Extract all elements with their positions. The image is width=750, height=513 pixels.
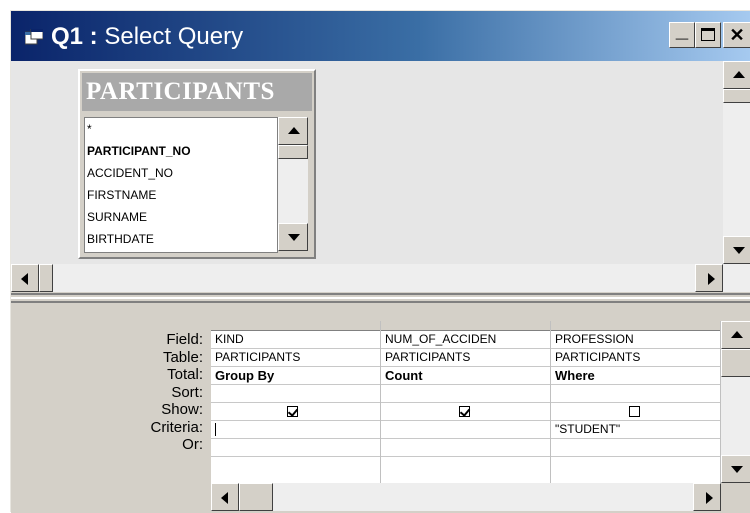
row-label-field: Field: bbox=[166, 331, 203, 348]
checkmark-icon bbox=[459, 406, 471, 417]
query-icon bbox=[25, 29, 43, 45]
grid-column-kind[interactable]: KIND PARTICIPANTS Group By bbox=[211, 321, 381, 483]
sort-cell[interactable] bbox=[551, 385, 720, 403]
arrow-right-icon bbox=[706, 492, 713, 504]
field-list-scrollbar[interactable] bbox=[278, 117, 308, 251]
close-button[interactable]: ✕ bbox=[723, 22, 750, 48]
text-caret bbox=[215, 423, 216, 436]
grid-vscroll-thumb[interactable] bbox=[721, 349, 750, 377]
field-cell[interactable]: KIND bbox=[211, 331, 380, 349]
arrow-left-icon bbox=[21, 273, 28, 285]
field-item[interactable]: SURNAME bbox=[85, 206, 277, 228]
field-cell[interactable]: NUM_OF_ACCIDEN bbox=[381, 331, 550, 349]
field-item[interactable]: FIRSTNAME bbox=[85, 184, 277, 206]
row-label-table: Table: bbox=[162, 348, 203, 366]
criteria-cell[interactable] bbox=[211, 421, 380, 439]
total-cell[interactable]: Where bbox=[551, 367, 720, 385]
or-cell[interactable] bbox=[211, 439, 380, 457]
row-labels: Field: Table: Total: Sort: Show: Criteri… bbox=[11, 331, 207, 454]
row-label-show: Show: bbox=[161, 401, 203, 418]
row-label-criteria: Criteria: bbox=[150, 418, 203, 436]
upper-horizontal-scrollbar[interactable] bbox=[11, 264, 723, 292]
grid-column-num-of-accidents[interactable]: NUM_OF_ACCIDEN PARTICIPANTS Count bbox=[381, 321, 551, 483]
maximize-button[interactable] bbox=[695, 22, 721, 48]
field-item[interactable]: BIRTHDATE bbox=[85, 228, 277, 250]
show-cell[interactable] bbox=[381, 403, 550, 421]
arrow-left-icon bbox=[221, 492, 228, 504]
grid-column-profession[interactable]: PROFESSION PARTICIPANTS Where "STUDENT" bbox=[551, 321, 721, 483]
arrow-up-icon bbox=[288, 127, 300, 134]
checkmark-icon bbox=[287, 406, 299, 417]
sort-cell[interactable] bbox=[211, 385, 380, 403]
show-cell[interactable] bbox=[211, 403, 380, 421]
criteria-cell[interactable] bbox=[381, 421, 550, 439]
arrow-right-icon bbox=[708, 273, 715, 285]
column-selector[interactable] bbox=[381, 321, 550, 331]
total-cell[interactable]: Group By bbox=[211, 367, 380, 385]
upper-scroll-up-button[interactable] bbox=[723, 61, 750, 89]
table-cell[interactable]: PARTICIPANTS bbox=[551, 349, 720, 367]
field-list-scroll-down-button[interactable] bbox=[278, 223, 308, 251]
arrow-down-icon bbox=[731, 466, 743, 473]
arrow-down-icon bbox=[288, 234, 300, 241]
field-item-primary-key[interactable]: PARTICIPANT_NO bbox=[85, 140, 277, 162]
show-checkbox[interactable] bbox=[629, 406, 640, 417]
table-cell[interactable]: PARTICIPANTS bbox=[211, 349, 380, 367]
field-item[interactable]: ACCIDENT_NO bbox=[85, 162, 277, 184]
title-bar[interactable]: Q1 : Select Query _ ✕ bbox=[11, 11, 750, 61]
query-name: Q1 : bbox=[51, 23, 98, 50]
column-selector[interactable] bbox=[211, 321, 380, 331]
field-list-scroll-thumb[interactable] bbox=[278, 145, 308, 159]
grid-scroll-up-button[interactable] bbox=[721, 321, 750, 349]
select-query-window: Q1 : Select Query _ ✕ PARTICIPANTS * PAR… bbox=[10, 10, 750, 513]
pane-splitter[interactable] bbox=[11, 293, 750, 303]
upper-vscroll-thumb[interactable] bbox=[723, 89, 750, 103]
upper-vertical-scrollbar[interactable] bbox=[723, 61, 750, 292]
design-grid-pane: Field: Table: Total: Sort: Show: Criteri… bbox=[11, 303, 750, 513]
field-item[interactable]: * bbox=[85, 118, 277, 140]
column-selector[interactable] bbox=[551, 321, 720, 331]
maximize-icon bbox=[701, 28, 715, 41]
criteria-cell[interactable]: "STUDENT" bbox=[551, 421, 720, 439]
total-cell[interactable]: Count bbox=[381, 367, 550, 385]
row-label-total: Total: bbox=[167, 366, 203, 383]
grid-scroll-right-button[interactable] bbox=[693, 483, 721, 511]
show-checkbox[interactable] bbox=[287, 406, 299, 417]
grid-hscroll-thumb[interactable] bbox=[239, 483, 273, 511]
row-label-or: Or: bbox=[182, 436, 203, 453]
arrow-up-icon bbox=[733, 71, 745, 78]
grid-vertical-scrollbar[interactable] bbox=[721, 321, 750, 483]
field-list[interactable]: * PARTICIPANT_NO ACCIDENT_NO FIRSTNAME S… bbox=[84, 117, 278, 253]
grid-scroll-left-button[interactable] bbox=[211, 483, 239, 511]
or-cell[interactable] bbox=[551, 439, 720, 457]
upper-scroll-left-button[interactable] bbox=[11, 264, 39, 292]
arrow-up-icon bbox=[731, 331, 743, 338]
close-icon: ✕ bbox=[729, 25, 745, 45]
minimize-icon: _ bbox=[675, 17, 689, 42]
query-design-grid[interactable]: KIND PARTICIPANTS Group By NUM_OF_ACCIDE… bbox=[211, 321, 721, 483]
row-label-sort: Sort: bbox=[171, 383, 203, 401]
table-pane: PARTICIPANTS * PARTICIPANT_NO ACCIDENT_N… bbox=[11, 61, 723, 292]
grid-scroll-down-button[interactable] bbox=[721, 455, 750, 483]
upper-scroll-down-button[interactable] bbox=[723, 236, 750, 264]
or-cell[interactable] bbox=[381, 439, 550, 457]
field-cell[interactable]: PROFESSION bbox=[551, 331, 720, 349]
table-name[interactable]: PARTICIPANTS bbox=[82, 73, 312, 111]
sort-cell[interactable] bbox=[381, 385, 550, 403]
field-list-scroll-up-button[interactable] bbox=[278, 117, 308, 145]
participants-table-box[interactable]: PARTICIPANTS * PARTICIPANT_NO ACCIDENT_N… bbox=[78, 69, 316, 259]
minimize-button[interactable]: _ bbox=[669, 19, 695, 48]
arrow-down-icon bbox=[733, 247, 745, 254]
grid-horizontal-scrollbar[interactable] bbox=[211, 483, 721, 511]
show-cell[interactable] bbox=[551, 403, 720, 421]
show-checkbox[interactable] bbox=[459, 406, 471, 417]
upper-hscroll-thumb[interactable] bbox=[39, 264, 53, 292]
query-type: Select Query bbox=[104, 23, 244, 50]
window-title: Q1 : Select Query bbox=[51, 19, 243, 55]
table-cell[interactable]: PARTICIPANTS bbox=[381, 349, 550, 367]
upper-scroll-right-button[interactable] bbox=[695, 264, 723, 292]
